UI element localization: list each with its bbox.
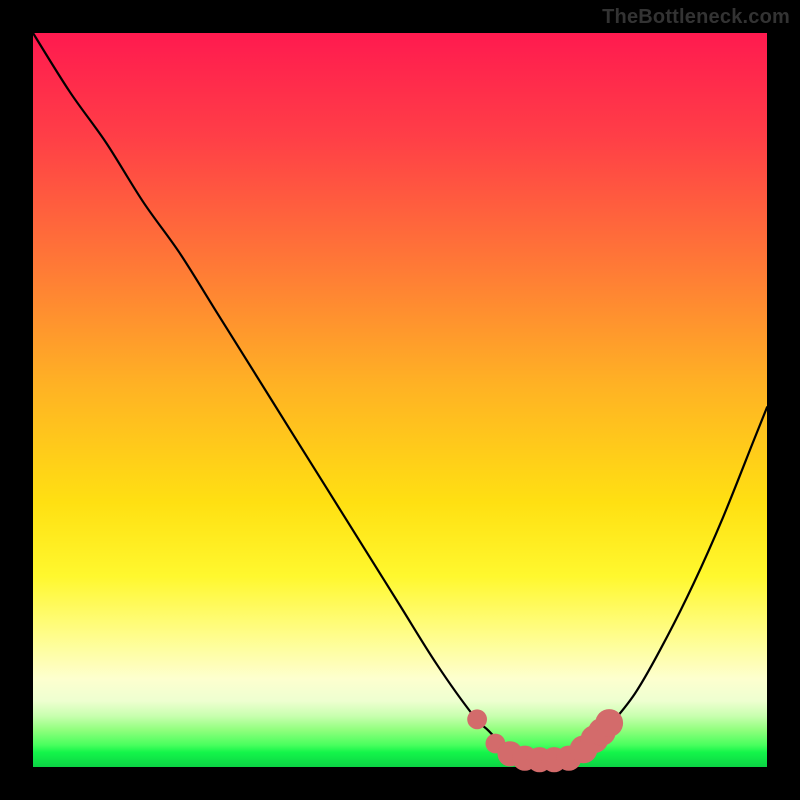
chart-line [33, 33, 767, 760]
chart-markers [467, 709, 623, 772]
chart-svg [33, 33, 767, 767]
chart-marker [467, 709, 487, 729]
chart-container: TheBottleneck.com [0, 0, 800, 800]
watermark-text: TheBottleneck.com [602, 6, 790, 29]
chart-marker [595, 709, 623, 737]
